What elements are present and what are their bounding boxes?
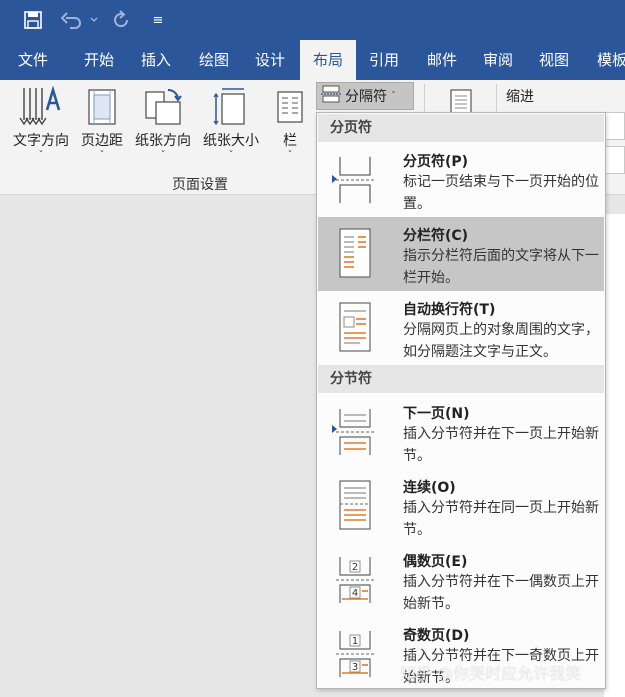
menu-item-description: 标记一页结束与下一页开始的位置。 [403, 174, 599, 212]
odd-page-number-bottom: 3 [352, 662, 358, 673]
menu-item-title: 下一页(N) [403, 406, 470, 422]
tab-references[interactable]: 引用 [356, 40, 412, 80]
redo-icon[interactable] [108, 8, 134, 32]
tab-design[interactable]: 设计 [242, 40, 298, 80]
even-page-number-top: 2 [352, 562, 358, 573]
ribbon-tabs: 文件 开始 插入 绘图 设计 布局 引用 邮件 审阅 视图 模板 [0, 40, 625, 80]
save-icon[interactable] [20, 8, 46, 32]
size-button[interactable]: 纸张大小 ˇ [196, 84, 266, 174]
customize-quick-access-icon[interactable]: ≡ [148, 8, 168, 32]
margins-label: 页边距 [81, 133, 123, 149]
watermark: 知乎 @你哭时应允许我笑 [400, 664, 582, 683]
menu-item-description: 插入分节符并在下一页上开始新节。 [403, 426, 599, 464]
tab-mailings[interactable]: 邮件 [414, 40, 470, 80]
orientation-icon [142, 86, 184, 132]
chevron-down-icon: ˇ [391, 90, 396, 102]
page-breaks-header: 分页符 [318, 114, 604, 142]
breaks-dropdown-menu: 分页符 分页符(P) 标记一页结束与下一页开始的位置。 分栏符(C) 指示分栏符… [316, 112, 606, 689]
orientation-label: 纸张方向 [135, 133, 191, 149]
menu-item-continuous[interactable]: 连续(O) 插入分节符并在同一页上开始新节。 [318, 469, 604, 543]
even-page-icon: 2 4 [336, 555, 376, 609]
text-direction-icon [18, 85, 64, 132]
text-direction-label: 文字方向 [13, 133, 69, 149]
menu-item-title: 分栏符(C) [403, 228, 469, 244]
breaks-icon [321, 85, 341, 107]
tab-draw[interactable]: 绘图 [186, 40, 242, 80]
chevron-down-icon: ˇ [287, 150, 293, 161]
orientation-button[interactable]: 纸张方向 ˇ [128, 84, 198, 174]
text-wrapping-icon [336, 301, 376, 359]
odd-page-icon: 1 3 [336, 629, 376, 683]
size-label: 纸张大小 [203, 133, 259, 149]
chevron-down-icon: ˇ [160, 150, 166, 161]
tab-file[interactable]: 文件 [6, 40, 60, 80]
indent-label: 缩进 [506, 89, 534, 105]
menu-item-description: 插入分节符并在下一偶数页上开始新节。 [403, 574, 599, 612]
breaks-button[interactable]: 分隔符 ˇ [316, 82, 414, 110]
undo-icon[interactable] [58, 8, 86, 32]
menu-item-title: 奇数页(D) [403, 628, 470, 644]
menu-item-title: 连续(O) [403, 480, 456, 496]
document-page[interactable] [604, 214, 625, 697]
menu-item-page-break[interactable]: 分页符(P) 标记一页结束与下一页开始的位置。 [318, 143, 604, 217]
section-breaks-header: 分节符 [318, 365, 604, 393]
menu-item-title: 偶数页(E) [403, 554, 468, 570]
menu-item-title: 分页符(P) [403, 154, 469, 170]
size-icon [212, 86, 250, 132]
even-page-number-bottom: 4 [352, 588, 358, 599]
continuous-icon [336, 479, 376, 537]
menu-item-next-page[interactable]: 下一页(N) 插入分节符并在下一页上开始新节。 [318, 395, 604, 469]
margins-button[interactable]: 页边距 ˇ [76, 84, 128, 174]
undo-dropdown-icon[interactable] [88, 8, 100, 32]
columns-icon [276, 86, 304, 132]
tab-review[interactable]: 审阅 [470, 40, 526, 80]
tab-view[interactable]: 视图 [526, 40, 582, 80]
breaks-label: 分隔符 [345, 89, 387, 105]
menu-item-description: 分隔网页上的对象周围的文字，如分隔题注文字与正文。 [403, 322, 599, 360]
menu-item-even-page[interactable]: 2 4 偶数页(E) 插入分节符并在下一偶数页上开始新节。 [318, 543, 604, 617]
chevron-down-icon: ˇ [99, 150, 105, 161]
menu-item-description: 插入分节符并在同一页上开始新节。 [403, 500, 599, 538]
next-page-icon [336, 407, 376, 461]
menu-item-title: 自动换行符(T) [403, 302, 496, 318]
tab-layout[interactable]: 布局 [300, 40, 356, 80]
tab-templates[interactable]: 模板 [584, 40, 625, 80]
margins-icon [85, 86, 119, 132]
chevron-down-icon: ˇ [228, 150, 234, 161]
text-direction-button[interactable]: 文字方向 ˇ [6, 84, 76, 174]
menu-item-text-wrapping[interactable]: 自动换行符(T) 分隔网页上的对象周围的文字，如分隔题注文字与正文。 [318, 291, 604, 365]
tab-home[interactable]: 开始 [72, 40, 126, 80]
menu-item-column-break[interactable]: 分栏符(C) 指示分栏符后面的文字将从下一栏开始。 [318, 217, 604, 291]
columns-label: 栏 [283, 133, 297, 149]
menu-item-description: 指示分栏符后面的文字将从下一栏开始。 [403, 248, 599, 286]
column-break-icon [336, 227, 376, 285]
tab-insert[interactable]: 插入 [128, 40, 184, 80]
title-bar: ≡ [0, 0, 625, 40]
page-setup-group-label: 页面设置 [172, 177, 228, 193]
chevron-down-icon: ˇ [38, 150, 44, 161]
odd-page-number-top: 1 [352, 636, 358, 647]
page-break-icon [336, 155, 376, 209]
columns-button[interactable]: 栏 ˇ [272, 84, 308, 174]
